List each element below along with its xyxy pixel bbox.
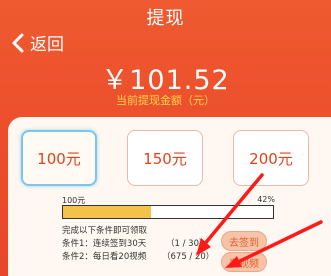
condition-1: 条件1：连续签到30天 （1 / 30） bbox=[62, 237, 208, 249]
watch-video-button[interactable]: 看视频 bbox=[221, 252, 267, 272]
amount-option-100[interactable]: 100元 bbox=[21, 130, 97, 186]
back-label: 返回 bbox=[30, 35, 64, 55]
back-button[interactable]: 返回 bbox=[10, 30, 64, 55]
progress-percent-label: 42% bbox=[257, 195, 275, 204]
amount-option-150[interactable]: 150元 bbox=[127, 130, 203, 186]
progress-bar bbox=[62, 205, 274, 219]
condition-2-progress: （675 / 20） bbox=[162, 252, 215, 262]
condition-2: 条件2：每日看20视频 （675 / 20） bbox=[62, 250, 214, 262]
condition-1-progress: （1 / 30） bbox=[166, 239, 208, 249]
balance-label: 当前提现金额（元） bbox=[116, 94, 215, 107]
condition-1-text: 条件1：连续签到30天 bbox=[62, 239, 147, 249]
amount-option-200[interactable]: 200元 bbox=[233, 130, 309, 186]
conditions-heading: 完成以下条件即可领取 bbox=[62, 226, 148, 236]
checkin-button[interactable]: 去签到 bbox=[221, 231, 267, 251]
page-title: 提现 bbox=[146, 8, 185, 29]
chevron-left-icon bbox=[12, 33, 24, 52]
condition-2-text: 条件2：每日看20视频 bbox=[62, 252, 147, 262]
withdraw-screen: 提现 返回 ￥101.52 当前提现金额（元） 100元 150元 200元 1… bbox=[0, 0, 331, 276]
progress-bar-fill bbox=[63, 206, 152, 218]
